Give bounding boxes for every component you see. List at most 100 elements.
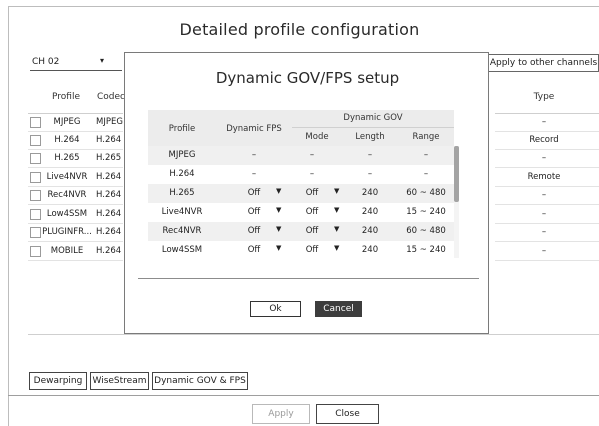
section-divider bbox=[28, 334, 599, 335]
table-row[interactable]: Rec4NVR H.264 bbox=[28, 187, 123, 205]
table-row[interactable]: MOBILE H.264 bbox=[28, 243, 123, 261]
row-checkbox[interactable] bbox=[30, 172, 41, 183]
type-value: – bbox=[541, 117, 547, 127]
row-checkbox[interactable] bbox=[30, 190, 41, 201]
row-checkbox[interactable] bbox=[30, 135, 41, 146]
gov-header-divider bbox=[292, 127, 454, 128]
chevron-down-icon: ▼ bbox=[334, 225, 340, 233]
codec-value: H.264 bbox=[96, 227, 122, 237]
table-row[interactable]: H.265 H.265 bbox=[28, 150, 123, 168]
gov-range-value: 60 ~ 480 bbox=[406, 226, 446, 236]
gov-mode-value: Off bbox=[305, 226, 319, 236]
gov-mode-select[interactable]: Off bbox=[292, 207, 332, 217]
table-row[interactable]: PLUGINFR... H.264 bbox=[28, 224, 123, 242]
type-row-divider bbox=[495, 241, 599, 242]
gov-length-value: 240 bbox=[361, 245, 379, 255]
dynamic-gov-fps-dialog: Dynamic GOV/FPS setup Profile Dynamic FP… bbox=[124, 52, 489, 334]
profile-header: Profile bbox=[168, 124, 196, 134]
table-row[interactable]: H.264 H.264 bbox=[28, 132, 123, 150]
chevron-down-icon: ▼ bbox=[276, 244, 282, 252]
footer-divider bbox=[8, 395, 599, 396]
profile-name: Live4NVR bbox=[46, 172, 88, 182]
dynamic-fps-value: Off bbox=[247, 226, 261, 236]
row-divider bbox=[28, 260, 123, 261]
channel-select[interactable]: CH 02 ▾ bbox=[30, 55, 122, 71]
profile-name: Low4SSM bbox=[161, 245, 203, 255]
row-divider bbox=[28, 167, 123, 168]
codec-value: H.264 bbox=[96, 135, 122, 145]
chevron-down-icon: ▼ bbox=[276, 206, 282, 214]
chevron-down-icon: ▼ bbox=[276, 187, 282, 195]
type-value: – bbox=[541, 190, 547, 200]
wisestream-button[interactable]: WiseStream bbox=[90, 372, 149, 390]
gov-length-value: – bbox=[367, 150, 373, 160]
gov-mode-value: – bbox=[309, 169, 315, 179]
gov-range-value: – bbox=[423, 150, 429, 160]
profile-column-header: Profile bbox=[52, 92, 80, 102]
gov-fps-table: Profile Dynamic FPS Dynamic GOV Mode Len… bbox=[148, 110, 460, 258]
close-button[interactable]: Close bbox=[316, 404, 379, 424]
gov-length-value: – bbox=[367, 169, 373, 179]
table-row: H.264 – – – – bbox=[148, 165, 454, 184]
scrollbar-thumb[interactable] bbox=[454, 146, 459, 202]
table-row: Low4SSM Off ▼ Off ▼ 240 15 ~ 240 bbox=[148, 241, 454, 260]
profile-name: Live4NVR bbox=[161, 207, 203, 217]
dynamic-fps-value: Off bbox=[247, 188, 261, 198]
dialog-divider bbox=[138, 278, 479, 279]
chevron-down-icon: ▼ bbox=[276, 225, 282, 233]
dewarping-button[interactable]: Dewarping bbox=[29, 372, 87, 390]
codec-value: H.264 bbox=[96, 246, 122, 256]
profile-name: MJPEG bbox=[168, 150, 196, 160]
profile-name: Rec4NVR bbox=[162, 226, 202, 236]
profile-name: H.265 bbox=[54, 153, 80, 163]
gov-mode-select[interactable]: Off bbox=[292, 188, 332, 198]
table-row[interactable]: Low4SSM H.264 bbox=[28, 206, 123, 224]
ok-button[interactable]: Ok bbox=[250, 301, 301, 317]
row-checkbox[interactable] bbox=[30, 209, 41, 220]
type-column-header: Type bbox=[533, 92, 555, 102]
type-row-divider bbox=[495, 204, 599, 205]
apply-to-other-channels-button[interactable]: Apply to other channels bbox=[488, 54, 599, 72]
dynamic-gov-fps-button[interactable]: Dynamic GOV & FPS bbox=[152, 372, 248, 390]
gov-mode-select[interactable]: Off bbox=[292, 245, 332, 255]
profile-name: H.265 bbox=[169, 188, 195, 198]
type-row-divider bbox=[495, 131, 599, 132]
gov-range-value: 15 ~ 240 bbox=[406, 207, 446, 217]
codec-value: MJPEG bbox=[96, 117, 123, 127]
page-title: Detailed profile configuration bbox=[179, 20, 420, 39]
type-row-divider bbox=[495, 149, 599, 150]
gov-length-value: 240 bbox=[361, 226, 379, 236]
dynamic-gov-header: Dynamic GOV bbox=[343, 113, 403, 123]
table-row[interactable]: Live4NVR H.264 bbox=[28, 169, 123, 187]
cancel-button[interactable]: Cancel bbox=[315, 301, 362, 317]
table-row[interactable]: MJPEG MJPEG bbox=[28, 114, 123, 132]
row-checkbox[interactable] bbox=[30, 227, 41, 238]
row-checkbox[interactable] bbox=[30, 153, 41, 164]
table-row: Live4NVR Off ▼ Off ▼ 240 15 ~ 240 bbox=[148, 203, 454, 222]
type-value: – bbox=[541, 227, 547, 237]
gov-mode-value: Off bbox=[305, 207, 319, 217]
gov-range-value: 60 ~ 480 bbox=[406, 188, 446, 198]
dynamic-fps-header: Dynamic FPS bbox=[226, 124, 282, 134]
range-header: Range bbox=[412, 132, 440, 142]
row-checkbox[interactable] bbox=[30, 246, 41, 257]
table-row: MJPEG – – – – bbox=[148, 146, 454, 165]
profile-name: Low4SSM bbox=[46, 209, 88, 219]
length-header: Length bbox=[355, 132, 385, 142]
gov-length-value: 240 bbox=[361, 188, 379, 198]
type-header-divider bbox=[495, 113, 599, 114]
profile-name: H.264 bbox=[169, 169, 195, 179]
codec-column-header: Codec bbox=[97, 92, 125, 102]
gov-mode-select[interactable]: Off bbox=[292, 226, 332, 236]
type-row-divider bbox=[495, 167, 599, 168]
type-value: Record bbox=[529, 135, 559, 145]
row-checkbox[interactable] bbox=[30, 117, 41, 128]
type-row-divider bbox=[495, 223, 599, 224]
table-scrollbar[interactable] bbox=[454, 146, 459, 258]
dynamic-fps-value: – bbox=[251, 169, 257, 179]
dynamic-fps-value: – bbox=[251, 150, 257, 160]
type-row-divider bbox=[495, 260, 599, 261]
chevron-down-icon: ▼ bbox=[334, 187, 340, 195]
codec-value: H.264 bbox=[96, 209, 122, 219]
apply-button[interactable]: Apply bbox=[252, 404, 310, 424]
